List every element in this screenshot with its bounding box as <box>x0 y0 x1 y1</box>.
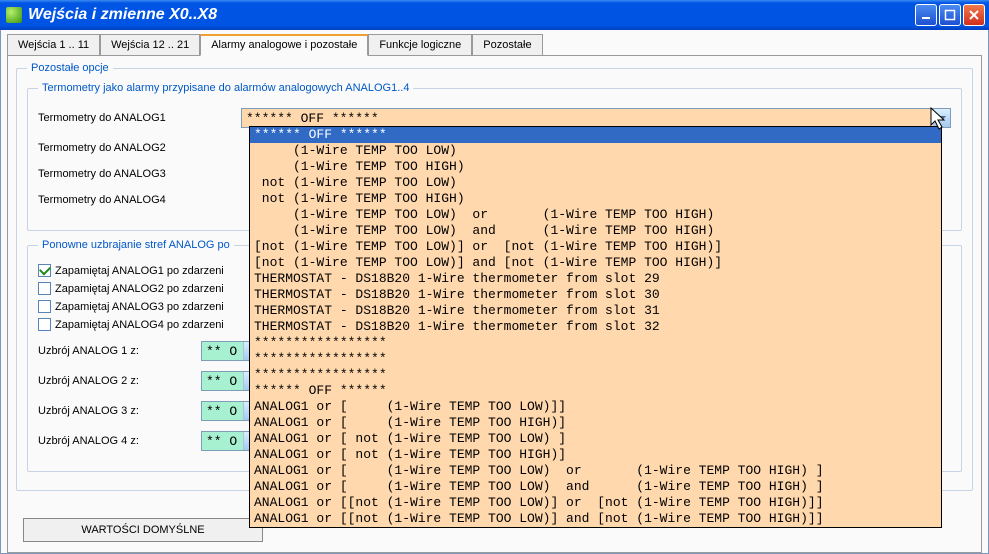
dropdown-item[interactable]: ANALOG1 or [ (1-Wire TEMP TOO LOW) and (… <box>250 479 941 495</box>
dropdown-item[interactable]: ANALOG1 or [ (1-Wire TEMP TOO HIGH)] <box>250 415 941 431</box>
arm-label-2: Uzbrój ANALOG 2 z: <box>38 375 193 387</box>
thermo-analog1-dropdown-list[interactable]: ****** OFF ****** (1-Wire TEMP TOO LOW) … <box>249 126 942 528</box>
dropdown-item[interactable]: not (1-Wire TEMP TOO HIGH) <box>250 191 941 207</box>
window-title: Wejścia i zmienne X0..X8 <box>28 6 915 24</box>
remember-checkbox-1[interactable] <box>38 264 51 277</box>
remember-checkbox-2[interactable] <box>38 282 51 295</box>
app-icon <box>6 7 22 23</box>
arm-value-4: ** O <box>202 434 243 449</box>
dropdown-item[interactable]: not (1-Wire TEMP TOO LOW) <box>250 175 941 191</box>
thermo-label-1: Termometry do ANALOG1 <box>38 112 233 124</box>
group-rearm-legend: Ponowne uzbrajanie stref ANALOG po <box>38 239 234 251</box>
group-other-options-legend: Pozostałe opcje <box>27 62 113 74</box>
thermo-label-2: Termometry do ANALOG2 <box>38 142 233 154</box>
dropdown-item[interactable]: ***************** <box>250 335 941 351</box>
tab-4[interactable]: Pozostałe <box>472 34 542 56</box>
dropdown-item[interactable]: ANALOG1 or [ (1-Wire TEMP TOO LOW)]] <box>250 399 941 415</box>
tab-1[interactable]: Wejścia 12 .. 21 <box>100 34 200 56</box>
thermo-label-4: Termometry do ANALOG4 <box>38 194 233 206</box>
title-bar: Wejścia i zmienne X0..X8 <box>0 0 989 30</box>
remember-checkbox-3[interactable] <box>38 300 51 313</box>
group-thermo-alarms-legend: Termometry jako alarmy przypisane do ala… <box>38 82 413 94</box>
dropdown-item[interactable]: THERMOSTAT - DS18B20 1-Wire thermometer … <box>250 303 941 319</box>
dropdown-item[interactable]: ANALOG1 or [[not (1-Wire TEMP TOO LOW)] … <box>250 495 941 511</box>
dropdown-item[interactable]: THERMOSTAT - DS18B20 1-Wire thermometer … <box>250 287 941 303</box>
dropdown-item[interactable]: [not (1-Wire TEMP TOO LOW)] and [not (1-… <box>250 255 941 271</box>
chevron-down-icon[interactable] <box>933 109 950 127</box>
dropdown-item[interactable]: ***************** <box>250 367 941 383</box>
close-button[interactable] <box>963 4 985 26</box>
remember-label-4: Zapamiętaj ANALOG4 po zdarzeni <box>55 319 224 331</box>
dropdown-item[interactable]: ANALOG1 or [[not (1-Wire TEMP TOO LOW)] … <box>250 511 941 527</box>
thermo-row-1: Termometry do ANALOG1 ****** OFF ****** <box>38 108 951 128</box>
thermo-label-3: Termometry do ANALOG3 <box>38 168 233 180</box>
tab-strip: Wejścia 1 .. 11Wejścia 12 .. 21Alarmy an… <box>7 34 982 56</box>
minimize-button[interactable] <box>915 4 937 26</box>
dropdown-item[interactable]: (1-Wire TEMP TOO LOW) and (1-Wire TEMP T… <box>250 223 941 239</box>
dropdown-item[interactable]: THERMOSTAT - DS18B20 1-Wire thermometer … <box>250 271 941 287</box>
remember-checkbox-4[interactable] <box>38 318 51 331</box>
arm-label-1: Uzbrój ANALOG 1 z: <box>38 345 193 357</box>
tab-2[interactable]: Alarmy analogowe i pozostałe <box>200 34 368 56</box>
arm-label-3: Uzbrój ANALOG 3 z: <box>38 405 193 417</box>
dropdown-item[interactable]: (1-Wire TEMP TOO HIGH) <box>250 159 941 175</box>
dropdown-item[interactable]: THERMOSTAT - DS18B20 1-Wire thermometer … <box>250 319 941 335</box>
dropdown-item[interactable]: ***************** <box>250 351 941 367</box>
tab-0[interactable]: Wejścia 1 .. 11 <box>7 34 100 56</box>
maximize-button[interactable] <box>939 4 961 26</box>
dropdown-item[interactable]: ****** OFF ****** <box>250 127 941 143</box>
dropdown-item[interactable]: (1-Wire TEMP TOO LOW) or (1-Wire TEMP TO… <box>250 207 941 223</box>
arm-value-2: ** O <box>202 374 243 389</box>
dropdown-item[interactable]: ****** OFF ****** <box>250 383 941 399</box>
remember-label-2: Zapamiętaj ANALOG2 po zdarzeni <box>55 283 224 295</box>
dropdown-item[interactable]: (1-Wire TEMP TOO LOW) <box>250 143 941 159</box>
thermo-analog1-value: ****** OFF ****** <box>242 111 933 126</box>
remember-label-3: Zapamiętaj ANALOG3 po zdarzeni <box>55 301 224 313</box>
arm-value-3: ** O <box>202 404 243 419</box>
arm-label-4: Uzbrój ANALOG 4 z: <box>38 435 193 447</box>
dropdown-item[interactable]: ANALOG1 or [ not (1-Wire TEMP TOO LOW) ] <box>250 431 941 447</box>
dropdown-item[interactable]: ANALOG1 or [ (1-Wire TEMP TOO LOW) or (1… <box>250 463 941 479</box>
tab-3[interactable]: Funkcje logiczne <box>368 34 472 56</box>
dropdown-item[interactable]: ANALOG1 or [ not (1-Wire TEMP TOO HIGH)] <box>250 447 941 463</box>
arm-value-1: ** O <box>202 344 243 359</box>
remember-label-1: Zapamiętaj ANALOG1 po zdarzeni <box>55 265 224 277</box>
defaults-button-label: WARTOŚCI DOMYŚLNE <box>81 524 204 536</box>
thermo-analog1-combo[interactable]: ****** OFF ****** <box>241 108 951 128</box>
defaults-button[interactable]: WARTOŚCI DOMYŚLNE <box>23 518 263 542</box>
dropdown-item[interactable]: [not (1-Wire TEMP TOO LOW)] or [not (1-W… <box>250 239 941 255</box>
